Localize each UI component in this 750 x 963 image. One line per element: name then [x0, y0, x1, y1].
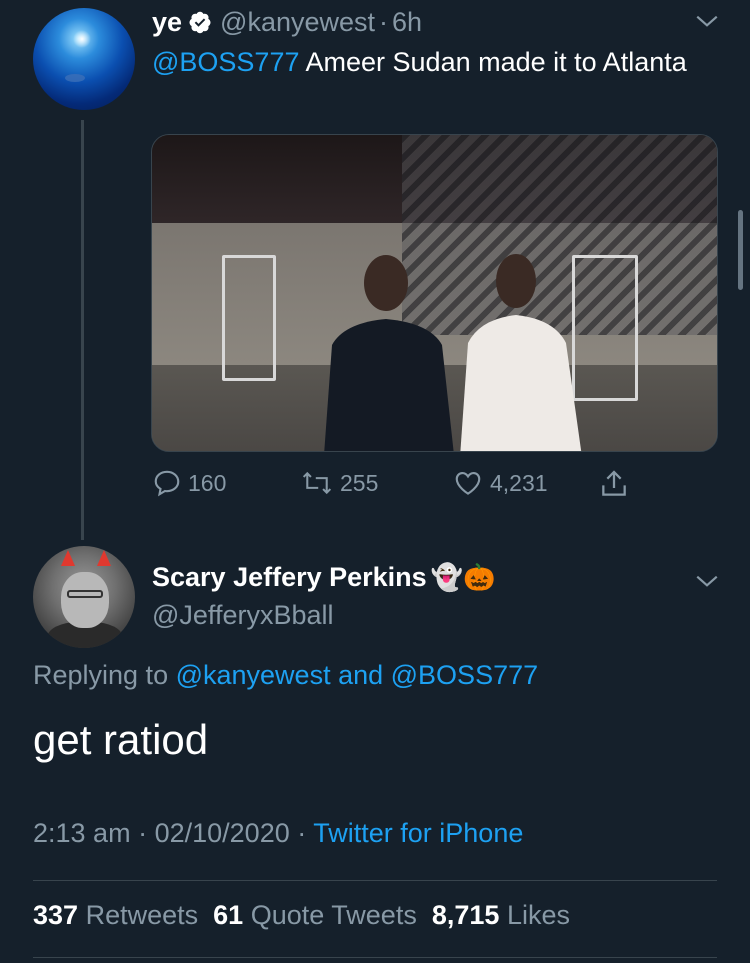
quotes-label: Quote Tweets	[250, 900, 417, 930]
display-name: Scary Jeffery Perkins	[152, 562, 427, 592]
reply-text: get ratiod	[33, 716, 209, 763]
tweet-body: Ameer Sudan made it to Atlanta	[299, 47, 687, 77]
chevron-down-icon[interactable]	[694, 8, 720, 34]
retweet-icon	[302, 471, 332, 495]
retweets-count: 337	[33, 900, 79, 930]
reply-author-name[interactable]: Scary Jeffery Perkins 👻🎃	[152, 562, 495, 593]
devil-horn-icon	[61, 550, 75, 566]
avatar-detail	[61, 572, 109, 628]
tweet-time[interactable]: 6h	[392, 7, 422, 38]
tweet-photo[interactable]	[151, 134, 718, 452]
avatar-jefferyxbball[interactable]	[33, 546, 135, 648]
divider	[33, 880, 717, 881]
tweet-time[interactable]: 2:13 am	[33, 818, 131, 848]
reply-action[interactable]: 160	[152, 468, 226, 498]
likes-count: 8,715	[431, 900, 500, 930]
tweet-meta: 2:13 am · 02/10/2020 · Twitter for iPhon…	[33, 818, 523, 849]
quotes-count: 61	[213, 900, 244, 930]
user-handle[interactable]: @kanyewest	[220, 7, 375, 38]
replying-and[interactable]: and	[331, 660, 391, 690]
reply-icon	[154, 470, 180, 497]
replying-to: Replying to @kanyewest and @BOSS777	[33, 660, 538, 691]
tweet-text: @BOSS777 Ameer Sudan made it to Atlanta	[152, 42, 712, 82]
verified-badge-icon	[189, 11, 211, 34]
tweet-date[interactable]: 02/10/2020	[155, 818, 290, 848]
likes-stat[interactable]: 8,715 Likes	[432, 900, 570, 930]
reply-count: 160	[188, 469, 227, 496]
share-icon	[602, 470, 626, 496]
replying-prefix: Replying to	[33, 660, 176, 690]
source-link[interactable]: Twitter for iPhone	[313, 818, 523, 848]
share-action[interactable]	[598, 468, 636, 500]
photo-person	[460, 254, 582, 451]
avatar-detail	[67, 590, 103, 598]
devil-horn-icon	[97, 550, 111, 566]
mention-link[interactable]: @BOSS777	[152, 47, 300, 77]
thread-line	[81, 120, 84, 540]
avatar-sparkle	[73, 30, 91, 48]
display-name[interactable]: ye	[152, 7, 182, 38]
name-emoji: 👻🎃	[430, 562, 496, 592]
user-handle[interactable]: @JefferyxBball	[152, 600, 334, 631]
retweet-action[interactable]: 255	[300, 468, 378, 498]
retweet-count: 255	[340, 469, 379, 496]
separator-dot: ·	[297, 818, 307, 848]
likes-label: Likes	[506, 900, 570, 930]
scrollbar[interactable]	[738, 210, 743, 290]
avatar-detail	[65, 74, 85, 82]
divider	[33, 957, 717, 958]
like-count: 4,231	[490, 469, 548, 496]
separator-dot: ·	[138, 818, 148, 848]
avatar-kanyewest[interactable]	[33, 8, 135, 110]
photo-rack	[222, 255, 276, 381]
engagement-stats: 337 Retweets 61 Quote Tweets 8,715 Likes	[33, 900, 570, 931]
replying-user-link[interactable]: @kanyewest	[176, 660, 331, 690]
quotes-stat[interactable]: 61 Quote Tweets	[213, 900, 417, 930]
like-action[interactable]: 4,231	[452, 468, 548, 498]
replying-user-link[interactable]: @BOSS777	[391, 660, 539, 690]
separator-dot: ·	[379, 6, 389, 37]
photo-person	[324, 255, 454, 451]
tweet-header: ye @kanyewest · 6h	[152, 4, 422, 40]
chevron-down-icon[interactable]	[694, 568, 720, 594]
retweets-label: Retweets	[85, 900, 199, 930]
heart-icon	[455, 471, 481, 495]
retweets-stat[interactable]: 337 Retweets	[33, 900, 198, 930]
